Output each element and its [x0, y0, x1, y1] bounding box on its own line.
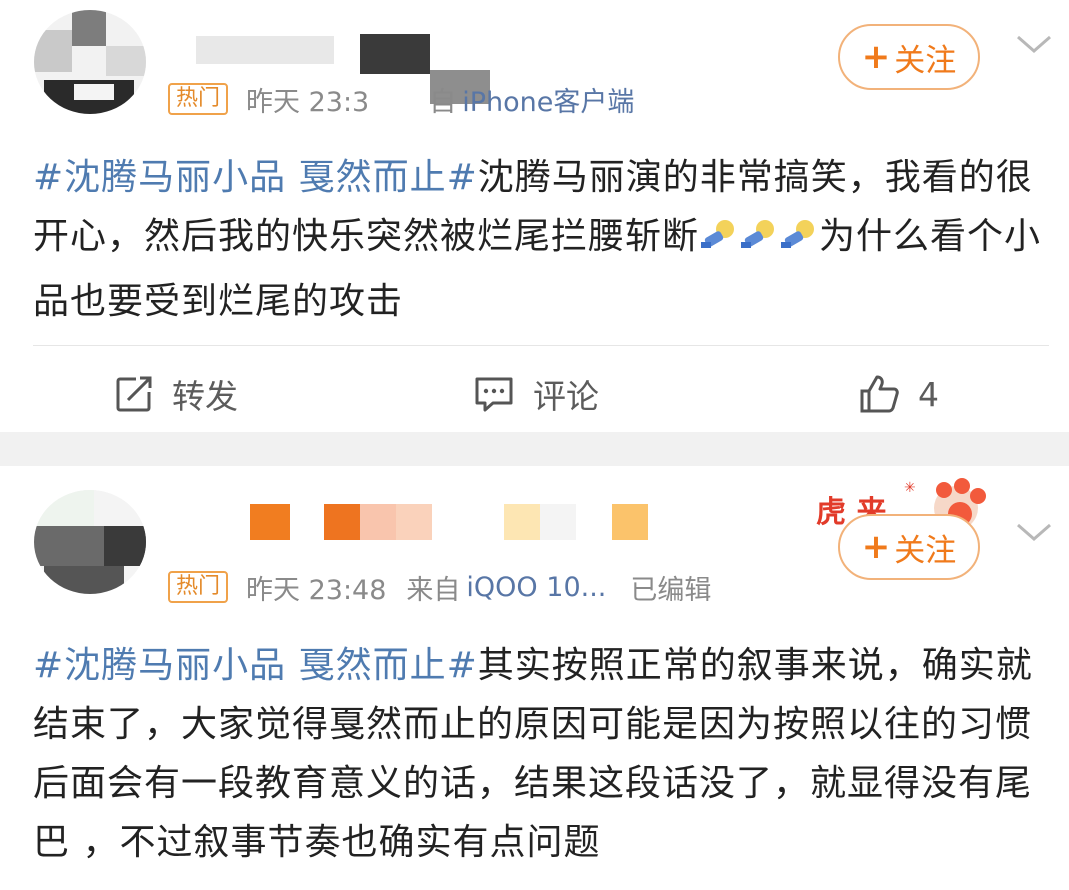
topic-link[interactable]: #沈腾马丽小品 戛然而止#: [33, 157, 478, 198]
post-content: #沈腾马丽小品 戛然而止#沈腾马丽演的非常搞笑，我看的很开心，然后我的快乐突然被…: [33, 148, 1043, 331]
avatar[interactable]: [34, 10, 146, 114]
divider: [33, 345, 1049, 346]
post-card-1: 热门 昨天 23:3 自 iPhone客户端 + 关注 #沈腾马丽小品 戛然而止…: [0, 0, 1069, 432]
repost-icon: [116, 376, 152, 412]
follow-button[interactable]: + 关注: [838, 514, 980, 580]
follow-button[interactable]: + 关注: [838, 24, 980, 90]
comment-label: 评论: [533, 377, 599, 416]
post-meta: 热门 昨天 23:3 自 iPhone客户端: [168, 80, 634, 119]
avatar[interactable]: [34, 490, 146, 594]
post-source[interactable]: iPhone客户端: [462, 80, 634, 119]
angry-walk-emoji: [699, 213, 819, 272]
username-blurred[interactable]: [184, 30, 490, 104]
post-source[interactable]: iQOO 10...: [466, 572, 606, 603]
follow-label: 关注: [894, 532, 957, 569]
svg-text:✳: ✳: [904, 480, 916, 496]
chevron-down-icon[interactable]: [1014, 24, 1054, 64]
post-meta: 热门 昨天 23:48 来自 iQOO 10... 已编辑: [168, 570, 712, 606]
edited-label: 已编辑: [630, 574, 712, 606]
post-separator: [0, 432, 1069, 466]
like-count: 4: [918, 374, 939, 414]
repost-label: 转发: [172, 377, 238, 416]
post-content: #沈腾马丽小品 戛然而止#其实按照正常的叙事来说，确实就结束了，大家觉得戛然而止…: [33, 636, 1043, 872]
plus-icon: +: [861, 37, 891, 77]
hot-badge: 热门: [168, 83, 229, 115]
comment-icon: [475, 377, 513, 412]
post-time: 昨天 23:3: [246, 86, 370, 118]
like-icon: [860, 375, 899, 413]
username-blurred[interactable]: [220, 502, 660, 546]
source-prefix: 来自: [406, 574, 461, 606]
post-time: 昨天 23:48: [246, 574, 387, 606]
like-button[interactable]: 4: [858, 370, 939, 418]
comment-button[interactable]: 评论: [473, 370, 599, 418]
chevron-down-icon[interactable]: [1014, 512, 1054, 552]
post-card-2: 虎 来 ✳ + 关注 热门 昨天 23:48 来自 iQOO 10... 已编辑…: [0, 466, 1069, 890]
plus-icon: +: [861, 527, 891, 567]
topic-link[interactable]: #沈腾马丽小品 戛然而止#: [33, 645, 478, 686]
hot-badge: 热门: [168, 571, 229, 603]
source-prefix: 自: [429, 86, 457, 118]
repost-button[interactable]: 转发: [114, 370, 238, 418]
follow-label: 关注: [894, 42, 957, 79]
